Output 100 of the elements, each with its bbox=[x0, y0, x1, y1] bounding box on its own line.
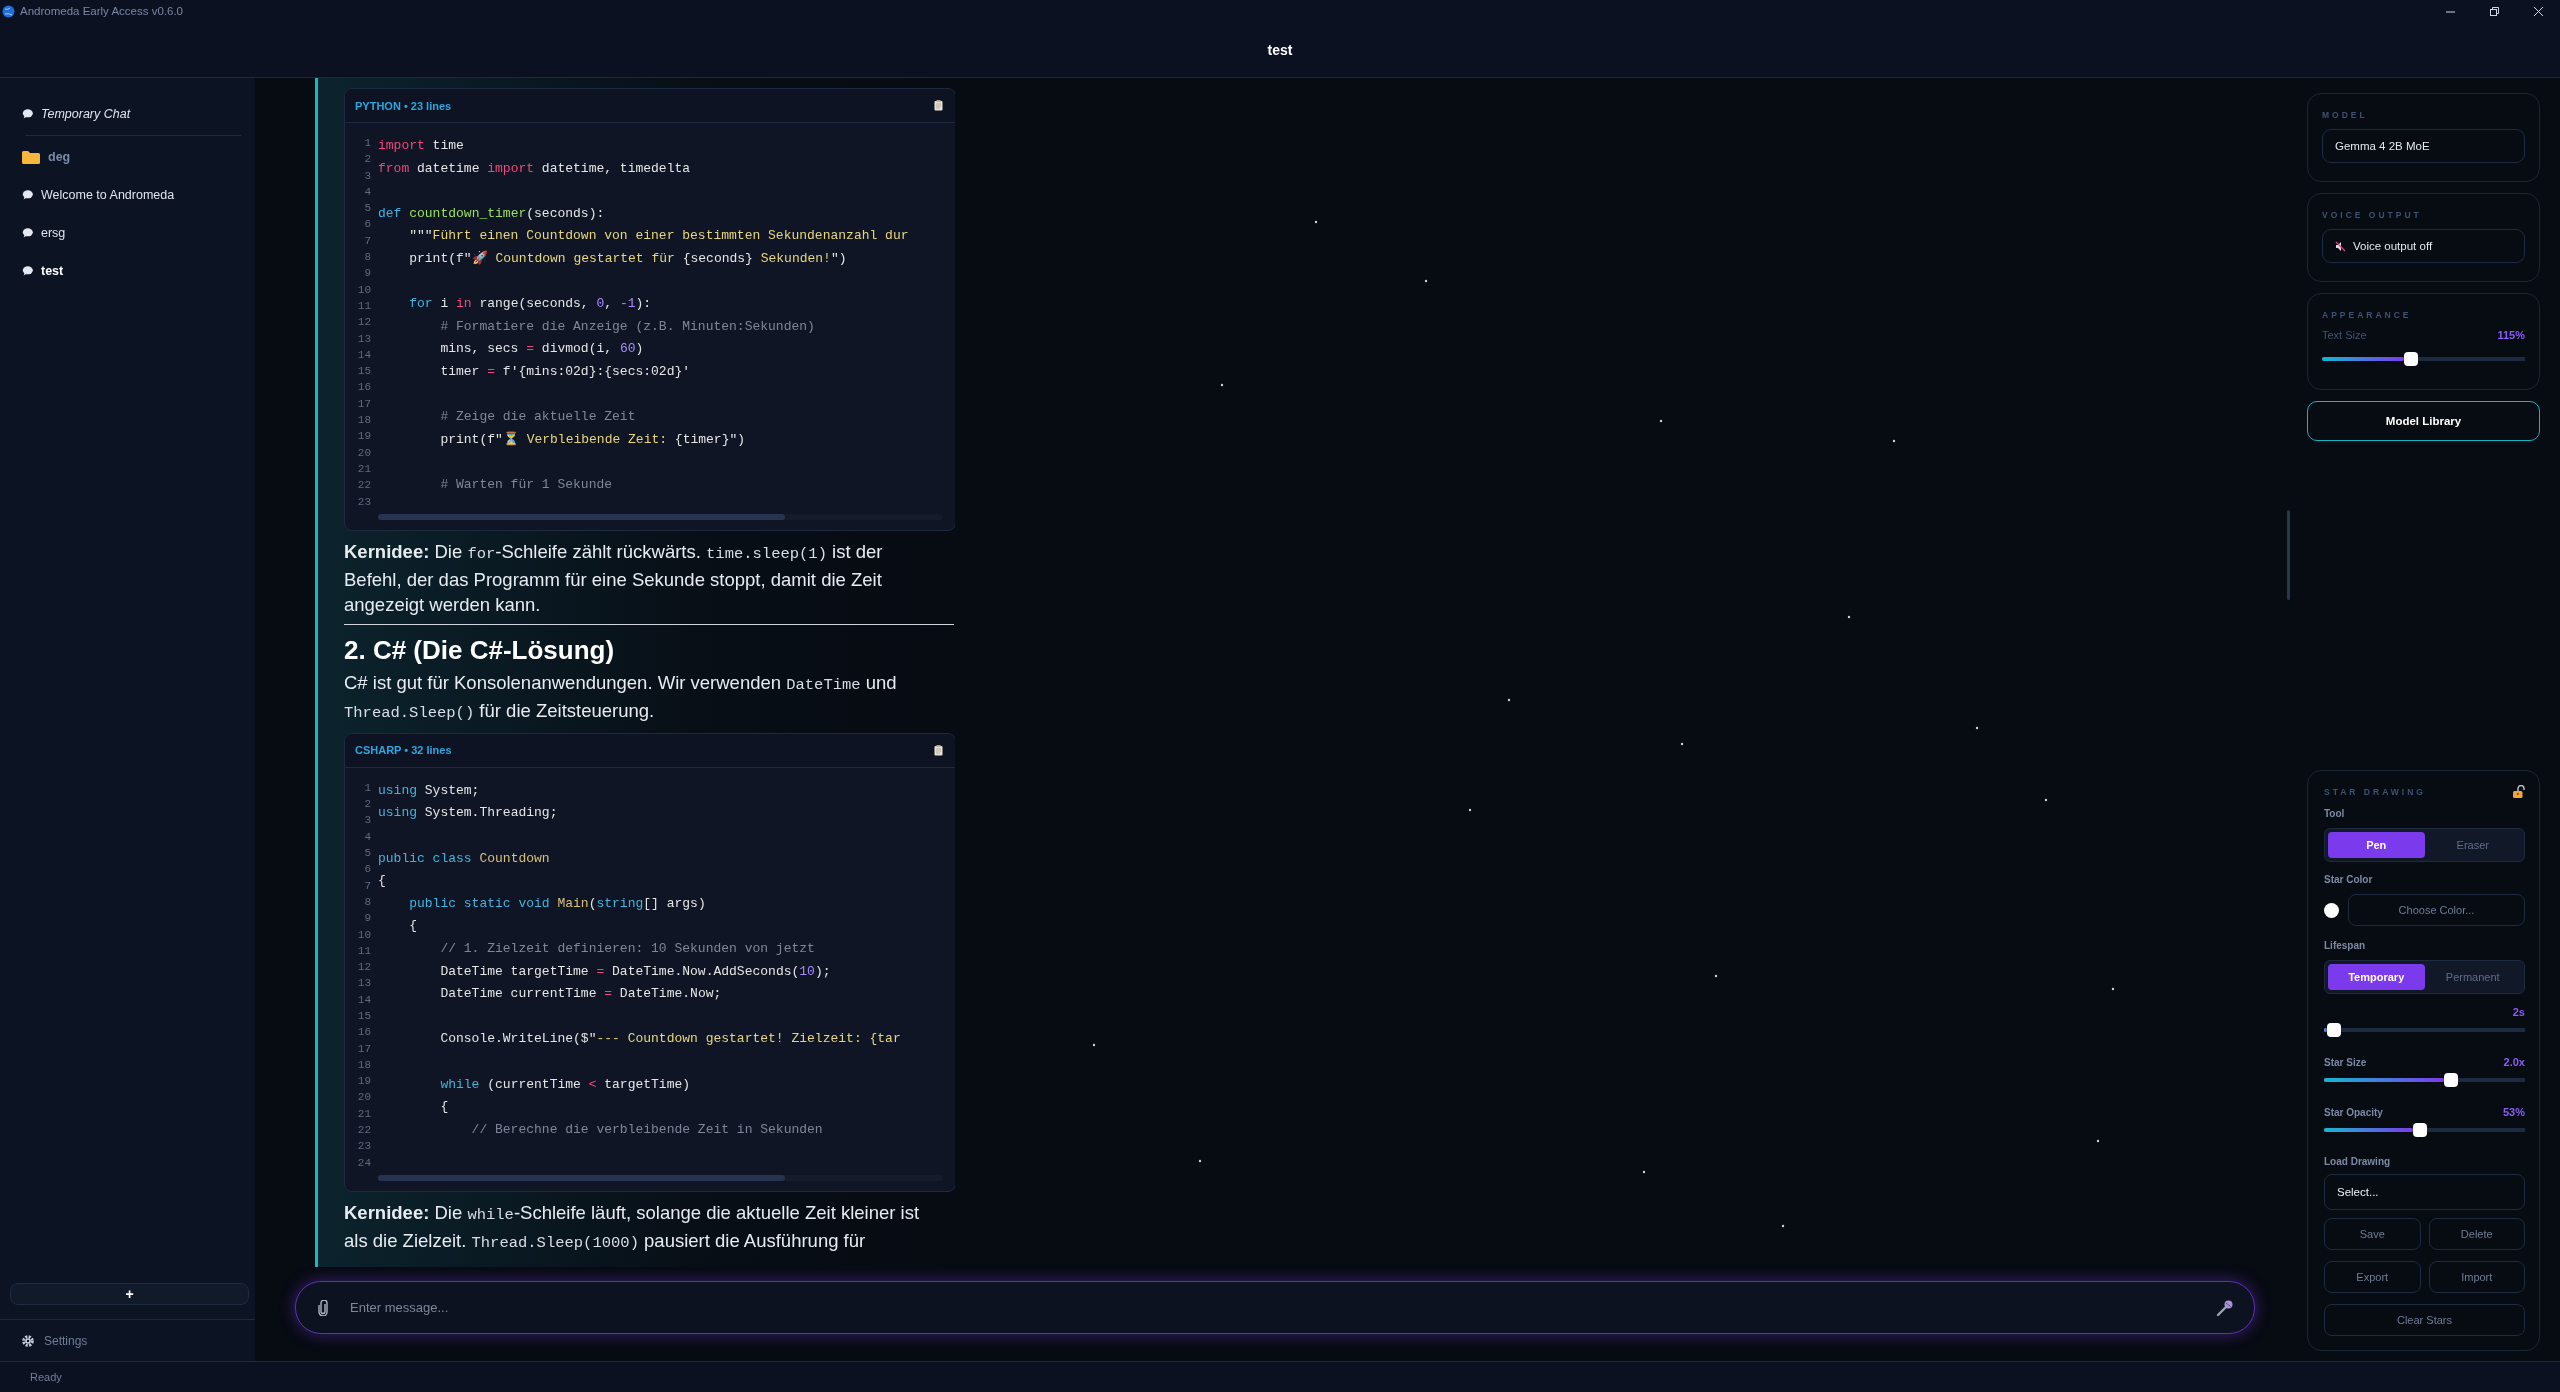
line-number: 7 bbox=[364, 233, 371, 249]
code-line: for i in range(seconds, 0, -1): bbox=[408, 295, 652, 314]
clipboard-icon bbox=[934, 100, 943, 111]
drawing-action-button[interactable]: Delete bbox=[2428, 1218, 2525, 1250]
clear-stars-button[interactable]: Clear Stars bbox=[2324, 1304, 2525, 1336]
slider-value: 115% bbox=[2497, 329, 2525, 341]
line-number: 17 bbox=[357, 396, 371, 412]
copy-button[interactable] bbox=[934, 744, 943, 756]
model-select[interactable]: Gemma 4 2B MoE bbox=[2322, 129, 2525, 163]
voice-output-toggle[interactable]: Voice output off bbox=[2322, 229, 2525, 263]
field-label: Star Color bbox=[2324, 874, 2374, 885]
new-chat-button[interactable]: + bbox=[10, 1283, 249, 1305]
message-input[interactable]: Enter message... bbox=[348, 1291, 2196, 1324]
field-label: Lifespan bbox=[2324, 940, 2367, 951]
code-language-label: CSHARP • 32 lines bbox=[355, 744, 452, 757]
line-number: 18 bbox=[357, 413, 371, 429]
folder-item[interactable]: deg bbox=[10, 138, 249, 176]
model-library-button[interactable]: Model Library bbox=[2307, 401, 2540, 441]
message-paragraph: Kernidee: Die for-Schleife zählt rückwärts. time.sleep(1) ist der Befehl, der das Programm für eine Sekunde stoppt, damit die Zeit angezeigt werden kann. bbox=[344, 539, 884, 617]
segment-option[interactable]: Pen bbox=[2328, 832, 2425, 858]
chat-item[interactable]: ersg bbox=[10, 214, 249, 252]
code-line: print(f"🚀 Countdown gestartet für {seconds} Sekunden!") bbox=[408, 249, 847, 268]
code-line: import time bbox=[378, 137, 464, 155]
speech-bubble-icon bbox=[22, 190, 33, 200]
microphone-icon bbox=[2216, 1298, 2234, 1317]
drawing-select[interactable]: Select... bbox=[2324, 1174, 2525, 1210]
line-number: 9 bbox=[364, 911, 371, 927]
scrollbar-thumb[interactable] bbox=[2287, 510, 2290, 600]
chat-item[interactable]: test bbox=[10, 252, 249, 290]
code-line: """Führt einen Countdown von einer bestimmten Sekundenanzahl dur bbox=[408, 227, 909, 246]
line-number: 24 bbox=[357, 1155, 371, 1171]
slider-thumb[interactable] bbox=[2404, 352, 2419, 366]
segment-option[interactable]: Permanent bbox=[2424, 964, 2521, 990]
line-number: 12 bbox=[357, 960, 371, 976]
field-label: Load Drawing bbox=[2324, 1156, 2392, 1167]
line-number: 17 bbox=[357, 1041, 371, 1057]
status-text: Ready bbox=[30, 1371, 62, 1383]
line-number: 19 bbox=[357, 429, 371, 445]
code-line: // Berechne die verbleibende Zeit in Sekunden bbox=[470, 1120, 823, 1139]
line-number: 22 bbox=[357, 1123, 371, 1139]
slider-value: 2s bbox=[2512, 1006, 2525, 1018]
color-swatch[interactable] bbox=[2324, 902, 2339, 918]
code-line: public class Countdown bbox=[378, 849, 550, 868]
close-icon bbox=[2532, 5, 2544, 17]
line-number: 22 bbox=[357, 478, 371, 494]
drawing-action-button[interactable]: Save bbox=[2324, 1218, 2421, 1250]
chat-item[interactable]: Welcome to Andromeda bbox=[10, 176, 249, 214]
line-number: 18 bbox=[357, 1057, 371, 1073]
chat-item[interactable]: Temporary Chat bbox=[10, 95, 249, 133]
line-number: 21 bbox=[357, 1106, 371, 1122]
message-field[interactable]: Enter message... bbox=[295, 1281, 2255, 1334]
line-number: 23 bbox=[357, 494, 371, 510]
paperclip-icon bbox=[318, 1299, 328, 1316]
line-number: 10 bbox=[357, 282, 371, 298]
drawing-action-button[interactable]: Import bbox=[2428, 1261, 2525, 1293]
open-padlock-icon[interactable] bbox=[2513, 785, 2525, 798]
line-number: 6 bbox=[364, 862, 371, 878]
code-line: using System.Threading; bbox=[378, 804, 558, 823]
speech-bubble-icon bbox=[22, 109, 33, 119]
segment-option[interactable]: Eraser bbox=[2424, 832, 2521, 858]
horizontal-scrollbar[interactable] bbox=[378, 513, 943, 520]
slider-thumb[interactable] bbox=[2443, 1073, 2458, 1087]
code-line: DateTime targetTime = DateTime.Now.AddSeconds(10); bbox=[439, 962, 831, 981]
line-number: 15 bbox=[357, 1009, 371, 1024]
line-number: 3 bbox=[364, 168, 371, 184]
copy-button[interactable] bbox=[934, 100, 943, 111]
microphone-button[interactable] bbox=[2216, 1298, 2234, 1317]
window-title: test bbox=[1267, 41, 1293, 58]
code-language-label: PYTHON • 23 lines bbox=[355, 99, 452, 112]
code-line: print(f"⏳ Verbleibende Zeit: {timer}") bbox=[439, 430, 746, 449]
line-number: 15 bbox=[357, 364, 371, 380]
line-number: 10 bbox=[357, 927, 371, 943]
drawing-action-button[interactable]: Export bbox=[2324, 1261, 2421, 1293]
choose-color-button[interactable]: Choose Color... bbox=[2348, 894, 2525, 926]
line-number: 14 bbox=[357, 992, 371, 1008]
code-line: Console.WriteLine($"--- Countdown gestartet! Zielzeit: {tar bbox=[439, 1030, 901, 1049]
section-label: APPEARANCE bbox=[2322, 310, 2413, 320]
slider-thumb[interactable] bbox=[2327, 1023, 2342, 1037]
line-number: 21 bbox=[357, 461, 371, 477]
line-number: 7 bbox=[364, 878, 371, 894]
line-number: 16 bbox=[357, 1025, 371, 1041]
attach-button[interactable] bbox=[318, 1299, 328, 1316]
app-title: Andromeda Early Access v0.6.0 bbox=[20, 5, 183, 17]
slider-thumb[interactable] bbox=[2413, 1123, 2428, 1137]
code-line: public static void Main(string[] args) bbox=[408, 894, 706, 913]
line-number: 1 bbox=[364, 780, 371, 796]
code-line: // 1. Zielzeit definieren: 10 Sekunden von jetzt bbox=[439, 940, 815, 958]
speech-bubble-icon bbox=[22, 266, 33, 276]
globe-logo-icon bbox=[2, 4, 15, 18]
line-number: 6 bbox=[364, 217, 371, 233]
slider-label: Star Size bbox=[2324, 1056, 2367, 1068]
line-number: 20 bbox=[357, 445, 371, 461]
line-number: 3 bbox=[364, 813, 371, 829]
segment-option[interactable]: Temporary bbox=[2328, 964, 2425, 990]
code-line: from datetime import datetime, timedelta bbox=[378, 159, 691, 178]
line-number: 14 bbox=[357, 347, 371, 363]
line-number: 8 bbox=[364, 250, 371, 266]
line-number: 4 bbox=[364, 184, 371, 200]
line-number: 1 bbox=[364, 136, 371, 151]
horizontal-scrollbar[interactable] bbox=[378, 1174, 943, 1181]
